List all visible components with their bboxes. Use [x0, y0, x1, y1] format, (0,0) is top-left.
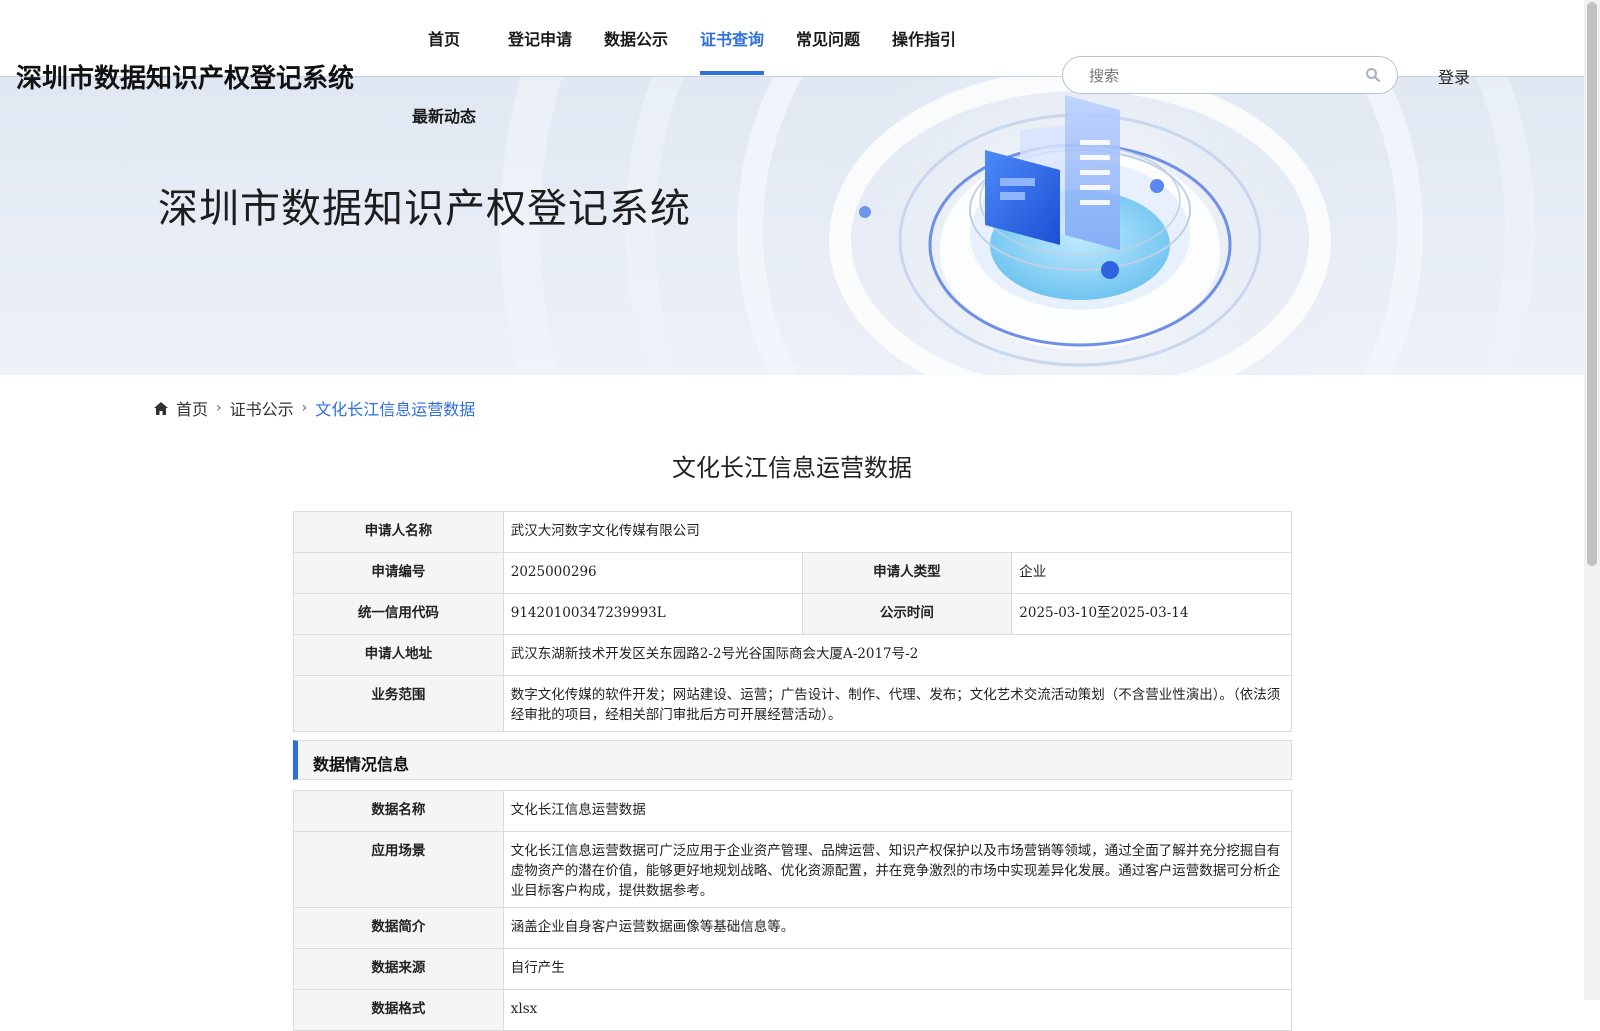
table-row: 业务范围 数字文化传媒的软件开发；网站建设、运营；广告设计、制作、代理、发布；文…: [293, 675, 1293, 732]
table-row: 应用场景 文化长江信息运营数据可广泛应用于企业资产管理、品牌运营、知识产权保护以…: [293, 831, 1293, 908]
credit-code-label: 统一信用代码: [293, 593, 504, 635]
table-row: 申请人名称 武汉大河数字文化传媒有限公司: [293, 511, 1293, 553]
breadcrumb-certificate-publicity[interactable]: 证书公示: [230, 396, 294, 420]
applicant-address-value: 武汉东湖新技术开发区关东园路2-2号光谷国际商会大厦A-2017号-2: [502, 634, 1293, 676]
publish-time-value: 2025-03-10至2025-03-14: [1011, 593, 1292, 635]
application-scene-label: 应用场景: [293, 831, 504, 908]
data-source-value: 自行产生: [502, 948, 1293, 990]
table-row: 数据格式 xlsx: [293, 989, 1293, 1031]
data-intro-label: 数据简介: [293, 907, 504, 949]
nav-active-indicator: [700, 71, 764, 75]
nav-guide[interactable]: 操作指引: [892, 26, 956, 50]
site-title: 深圳市数据知识产权登记系统: [16, 64, 355, 94]
applicant-address-label: 申请人地址: [293, 634, 504, 676]
application-number-label: 申请编号: [293, 552, 504, 594]
breadcrumb: 首页 › 证书公示 › 文化长江信息运营数据: [154, 396, 475, 420]
nav-data-publicity[interactable]: 数据公示: [604, 26, 668, 50]
data-name-label: 数据名称: [293, 790, 504, 832]
data-intro-value: 涵盖企业自身客户运营数据画像等基础信息等。: [502, 907, 1293, 949]
nav-certificate-query[interactable]: 证书查询: [700, 26, 764, 50]
breadcrumb-home[interactable]: 首页: [176, 396, 208, 420]
section-header-data-info: 数据情况信息: [293, 740, 1292, 780]
applicant-name-value: 武汉大河数字文化传媒有限公司: [502, 511, 1293, 553]
login-link[interactable]: 登录: [1438, 64, 1470, 88]
data-info-table: 数据名称 文化长江信息运营数据 应用场景 文化长江信息运营数据可广泛应用于企业资…: [293, 790, 1293, 1031]
application-scene-value: 文化长江信息运营数据可广泛应用于企业资产管理、品牌运营、知识产权保护以及市场营销…: [502, 831, 1293, 908]
nav-faq[interactable]: 常见问题: [796, 26, 860, 50]
scrollbar-thumb[interactable]: [1587, 2, 1597, 566]
hero-title: 深圳市数据知识产权登记系统: [158, 186, 691, 232]
data-format-label: 数据格式: [293, 989, 504, 1031]
applicant-type-value: 企业: [1011, 552, 1292, 594]
nav-latest-news[interactable]: 最新动态: [412, 103, 476, 127]
page-title: 文化长江信息运营数据: [672, 454, 912, 482]
breadcrumb-current: 文化长江信息运营数据: [315, 400, 476, 419]
applicant-type-label: 申请人类型: [801, 552, 1013, 594]
business-scope-value: 数字文化传媒的软件开发；网站建设、运营；广告设计、制作、代理、发布；文化艺术交流…: [502, 675, 1293, 732]
section-title: 数据情况信息: [313, 755, 410, 774]
nav-home[interactable]: 首页: [428, 26, 460, 50]
nav-register-apply[interactable]: 登记申请: [508, 26, 572, 50]
business-scope-label: 业务范围: [293, 675, 504, 732]
table-row: 申请编号 2025000296 申请人类型 企业: [293, 552, 1292, 594]
page-scrollbar[interactable]: [1584, 0, 1600, 1000]
search-input[interactable]: [1087, 65, 1351, 87]
publish-time-label: 公示时间: [801, 593, 1013, 635]
search-icon[interactable]: [1365, 67, 1381, 83]
application-number-value: 2025000296: [502, 552, 803, 594]
applicant-name-label: 申请人名称: [293, 511, 504, 553]
data-source-label: 数据来源: [293, 948, 504, 990]
home-icon[interactable]: [154, 401, 168, 415]
table-row: 申请人地址 武汉东湖新技术开发区关东园路2-2号光谷国际商会大厦A-2017号-…: [293, 634, 1293, 676]
data-format-value: xlsx: [502, 989, 1293, 1031]
table-row: 数据名称 文化长江信息运营数据: [293, 790, 1293, 832]
credit-code-value: 91420100347239993L: [502, 593, 803, 635]
data-name-value: 文化长江信息运营数据: [502, 790, 1293, 832]
table-row: 数据简介 涵盖企业自身客户运营数据画像等基础信息等。: [293, 907, 1293, 949]
search-box[interactable]: [1062, 56, 1398, 94]
chevron-right-icon: ›: [301, 400, 308, 416]
applicant-info-table: 申请人名称 武汉大河数字文化传媒有限公司 申请编号 2025000296 申请人…: [293, 511, 1293, 732]
table-row: 数据来源 自行产生: [293, 948, 1293, 990]
table-row: 统一信用代码 91420100347239993L 公示时间 2025-03-1…: [293, 593, 1292, 635]
chevron-right-icon: ›: [216, 400, 222, 416]
